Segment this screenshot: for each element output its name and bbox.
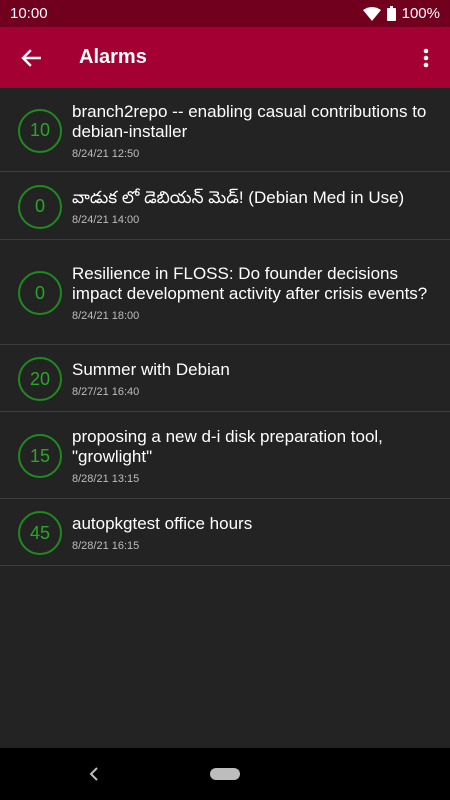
back-button[interactable] xyxy=(0,27,62,88)
list-item[interactable]: 20 Summer with Debian 8/27/21 16:40 xyxy=(0,345,450,412)
list-item[interactable]: 45 autopkgtest office hours 8/28/21 16:1… xyxy=(0,499,450,566)
battery-level: 100% xyxy=(401,5,440,22)
status-bar: 10:00 100% xyxy=(0,0,450,27)
page-title: Alarms xyxy=(79,46,147,68)
alarm-title: proposing a new d-i disk preparation too… xyxy=(72,427,383,466)
status-icons: 100% xyxy=(362,5,440,22)
alarm-title: వాడుక లో డెబియన్ మెడ్! (Debian Med in Us… xyxy=(72,187,405,207)
count-badge: 20 xyxy=(18,357,62,401)
list-item[interactable]: 15 proposing a new d-i disk preparation … xyxy=(0,412,450,499)
nav-back-button[interactable] xyxy=(84,762,104,786)
alarm-time: 8/28/21 16:15 xyxy=(72,540,140,552)
wifi-icon xyxy=(362,6,381,21)
nav-home-button[interactable] xyxy=(210,768,240,780)
count-badge: 15 xyxy=(18,434,62,478)
count-badge: 10 xyxy=(18,108,62,153)
arrow-back-icon xyxy=(21,48,41,67)
battery-icon xyxy=(386,6,396,21)
count-badge: 0 xyxy=(18,184,62,229)
alarm-title: branch2repo -- enabling casual contribut… xyxy=(72,101,427,141)
app-bar: Alarms xyxy=(0,27,450,88)
alarm-time: 8/24/21 12:50 xyxy=(72,147,140,160)
more-vert-icon xyxy=(423,48,429,67)
system-nav-bar xyxy=(0,748,450,800)
list-item[interactable]: 0 Resilience in FLOSS: Do founder decisi… xyxy=(0,240,450,345)
chevron-left-icon xyxy=(89,767,98,781)
alarm-title: Summer with Debian xyxy=(72,360,230,379)
list-item[interactable]: 10 branch2repo -- enabling casual contri… xyxy=(0,88,450,172)
alarm-time: 8/27/21 16:40 xyxy=(72,386,140,398)
alarm-title: autopkgtest office hours xyxy=(72,514,253,533)
list-item[interactable]: 0 వాడుక లో డెబియన్ మెడ్! (Debian Med in … xyxy=(0,172,450,240)
alarm-time: 8/28/21 13:15 xyxy=(72,473,140,485)
overflow-menu-button[interactable] xyxy=(402,27,450,88)
alarm-list: 10 branch2repo -- enabling casual contri… xyxy=(0,88,450,566)
alarm-title: Resilience in FLOSS: Do founder decision… xyxy=(72,264,428,303)
alarm-time: 8/24/21 14:00 xyxy=(72,213,140,226)
count-badge: 45 xyxy=(18,511,62,555)
count-badge: 0 xyxy=(18,271,62,315)
alarm-time: 8/24/21 18:00 xyxy=(72,310,140,322)
status-time: 10:00 xyxy=(10,5,48,22)
